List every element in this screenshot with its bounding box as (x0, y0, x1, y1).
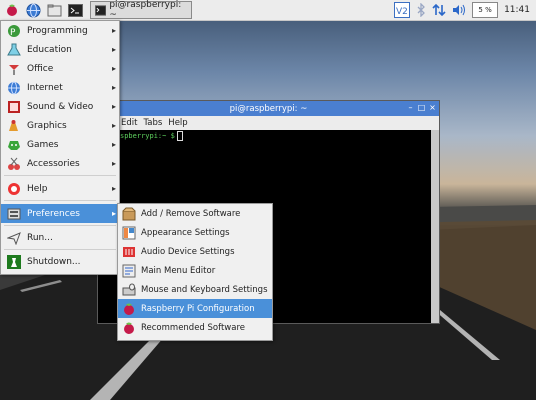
raspberry-menu-icon (7, 4, 17, 16)
file-manager-icon (47, 4, 61, 16)
menu-item-help[interactable]: Help ▸ (1, 179, 119, 198)
mouse-keyboard-settings-icon (121, 282, 136, 297)
audio-device-settings-icon (121, 244, 136, 259)
menu-item-games[interactable]: Games ▸ (1, 135, 119, 154)
submenu-item-add-remove-software[interactable]: Add / Remove Software (118, 204, 272, 223)
file-manager-button[interactable] (45, 1, 63, 19)
submenu-item-raspberry-pi-configuration[interactable]: Raspberry Pi Configuration (118, 299, 272, 318)
menu-item-programming[interactable]: P Programming ▸ (1, 21, 119, 40)
main-menu-editor-icon (121, 263, 136, 278)
terminal-button[interactable] (66, 1, 84, 19)
internet-icon (6, 80, 22, 96)
maximize-icon[interactable]: □ (417, 103, 426, 112)
taskbar-terminal-window[interactable]: pi@raspberrypi: ~ (90, 0, 192, 20)
menu-item-graphics[interactable]: Graphics ▸ (1, 116, 119, 135)
menu-item-internet[interactable]: Internet ▸ (1, 78, 119, 97)
terminal-menubar: Edit Tabs Help (98, 116, 439, 130)
svg-text:P: P (10, 28, 16, 38)
terminal-prompt: spberrypi:~ $ (120, 131, 183, 141)
menu-item-sound-video[interactable]: Sound & Video ▸ (1, 97, 119, 116)
chevron-right-icon: ▸ (111, 159, 116, 168)
chevron-right-icon: ▸ (111, 121, 116, 130)
menu-separator (4, 200, 116, 201)
accessories-icon (6, 156, 22, 172)
programming-icon: P (6, 23, 22, 39)
education-icon (6, 42, 22, 58)
preferences-submenu: Add / Remove Software Appearance Setting… (117, 203, 273, 341)
terminal-icon (95, 4, 107, 16)
submenu-item-recommended-software[interactable]: Recommended Software (118, 318, 272, 337)
vnc-icon[interactable]: V2 (394, 2, 411, 18)
svg-text:V2: V2 (396, 7, 408, 17)
menu-item-education[interactable]: Education ▸ (1, 40, 119, 59)
menu-separator (4, 225, 116, 226)
menu-item-accessories[interactable]: Accessories ▸ (1, 154, 119, 173)
raspberry-pi-configuration-icon (121, 301, 136, 316)
submenu-item-mouse-keyboard-settings[interactable]: Mouse and Keyboard Settings (118, 280, 272, 299)
submenu-item-appearance-settings[interactable]: Appearance Settings (118, 223, 272, 242)
games-icon (6, 137, 22, 153)
chevron-right-icon: ▸ (111, 140, 116, 149)
terminal-menu-help[interactable]: Help (168, 118, 187, 128)
cpu-monitor[interactable]: 5 % (472, 2, 499, 18)
network-icon[interactable] (432, 3, 446, 17)
office-icon (6, 61, 22, 77)
sound-video-icon (6, 99, 22, 115)
terminal-icon (67, 3, 83, 17)
raspberry-menu-button[interactable] (3, 1, 21, 19)
minimize-icon[interactable]: – (406, 103, 415, 112)
graphics-icon (6, 118, 22, 134)
shutdown-icon (6, 254, 22, 270)
clock[interactable]: 11:41 (504, 5, 530, 15)
main-menu: P Programming ▸ Education ▸ Office ▸ Intern… (0, 20, 120, 275)
chevron-right-icon: ▸ (111, 45, 116, 54)
terminal-scrollbar[interactable] (431, 130, 439, 323)
terminal-menu-edit[interactable]: Edit (121, 118, 137, 128)
recommended-software-icon (121, 320, 136, 335)
submenu-item-main-menu-editor[interactable]: Main Menu Editor (118, 261, 272, 280)
bluetooth-icon[interactable] (416, 3, 426, 17)
terminal-titlebar[interactable]: pi@raspberrypi: ~ – □ × (98, 101, 439, 116)
chevron-right-icon: ▸ (111, 209, 116, 218)
menu-separator (4, 249, 116, 250)
menu-separator (4, 175, 116, 176)
submenu-item-audio-device-settings[interactable]: Audio Device Settings (118, 242, 272, 261)
top-panel: pi@raspberrypi: ~ V2 5 % 11:41 (0, 0, 536, 21)
close-icon[interactable]: × (428, 103, 437, 112)
chevron-right-icon: ▸ (111, 83, 116, 92)
help-icon (6, 181, 22, 197)
menu-item-run[interactable]: Run... (1, 228, 119, 247)
chevron-right-icon: ▸ (111, 102, 116, 111)
chevron-right-icon: ▸ (111, 26, 116, 35)
terminal-menu-tabs[interactable]: Tabs (143, 118, 162, 128)
volume-icon[interactable] (452, 4, 466, 16)
appearance-settings-icon (121, 225, 136, 240)
menu-item-shutdown[interactable]: Shutdown... (1, 252, 119, 271)
web-browser-icon (26, 3, 40, 17)
menu-item-preferences[interactable]: Preferences ▸ (1, 204, 119, 223)
chevron-right-icon: ▸ (111, 64, 116, 73)
taskbar-window-title: pi@raspberrypi: ~ (109, 0, 182, 20)
system-tray: V2 5 % 11:41 (394, 0, 536, 20)
web-browser-button[interactable] (24, 1, 42, 19)
chevron-right-icon: ▸ (111, 184, 116, 193)
run-icon (6, 230, 22, 246)
add-remove-software-icon (121, 206, 136, 221)
terminal-title: pi@raspberrypi: ~ (229, 103, 308, 114)
preferences-icon (6, 206, 22, 222)
terminal-cursor (176, 131, 183, 141)
menu-item-office[interactable]: Office ▸ (1, 59, 119, 78)
